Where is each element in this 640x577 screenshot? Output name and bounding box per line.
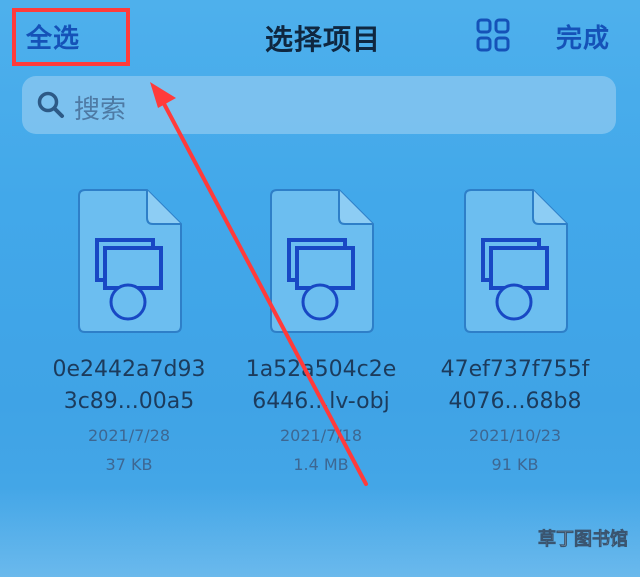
file-name: 1a52a504c2e 6446...lv-obj xyxy=(226,354,416,418)
file-name-line: 4076...68b8 xyxy=(448,389,582,414)
file-item[interactable]: 0e2442a7d93 3c89...00a5 2021/7/28 37 KB xyxy=(34,188,224,474)
file-date: 2021/7/28 xyxy=(87,426,171,445)
grid-icon[interactable] xyxy=(476,18,510,52)
file-name-line: 6446...lv-obj xyxy=(252,389,390,414)
page-title: 选择项目 xyxy=(264,23,381,56)
search-placeholder: 搜索 xyxy=(74,95,127,125)
file-name-line: 1a52a504c2e xyxy=(245,357,397,382)
navigation-bar: 全选 选择项目 完成 xyxy=(0,0,640,70)
watermark-logo: 草丁图书馆 xyxy=(538,528,629,551)
file-icon xyxy=(270,189,374,333)
search-icon xyxy=(37,91,64,118)
file-size: 37 KB xyxy=(105,455,153,474)
file-date: 2021/7/18 xyxy=(279,426,363,445)
file-size: 91 KB xyxy=(491,455,539,474)
file-name-line: 47ef737f755f xyxy=(440,357,590,382)
file-item[interactable]: 1a52a504c2e 6446...lv-obj 2021/7/18 1.4 … xyxy=(226,188,416,474)
search-bar[interactable]: 搜索 xyxy=(22,76,616,134)
file-date: 2021/10/23 xyxy=(468,426,562,445)
file-name-line: 0e2442a7d93 xyxy=(52,357,206,382)
annotation-highlight-box xyxy=(12,8,130,66)
file-name: 47ef737f755f 4076...68b8 xyxy=(420,354,610,418)
file-icon xyxy=(464,189,568,333)
done-button[interactable]: 完成 xyxy=(556,18,610,55)
file-name-line: 3c89...00a5 xyxy=(63,389,195,414)
file-icon xyxy=(78,189,182,333)
file-item[interactable]: 47ef737f755f 4076...68b8 2021/10/23 91 K… xyxy=(420,188,610,474)
file-name: 0e2442a7d93 3c89...00a5 xyxy=(34,354,224,418)
file-size: 1.4 MB xyxy=(293,455,349,474)
watermark-text: 草丁图书馆 xyxy=(538,528,628,550)
